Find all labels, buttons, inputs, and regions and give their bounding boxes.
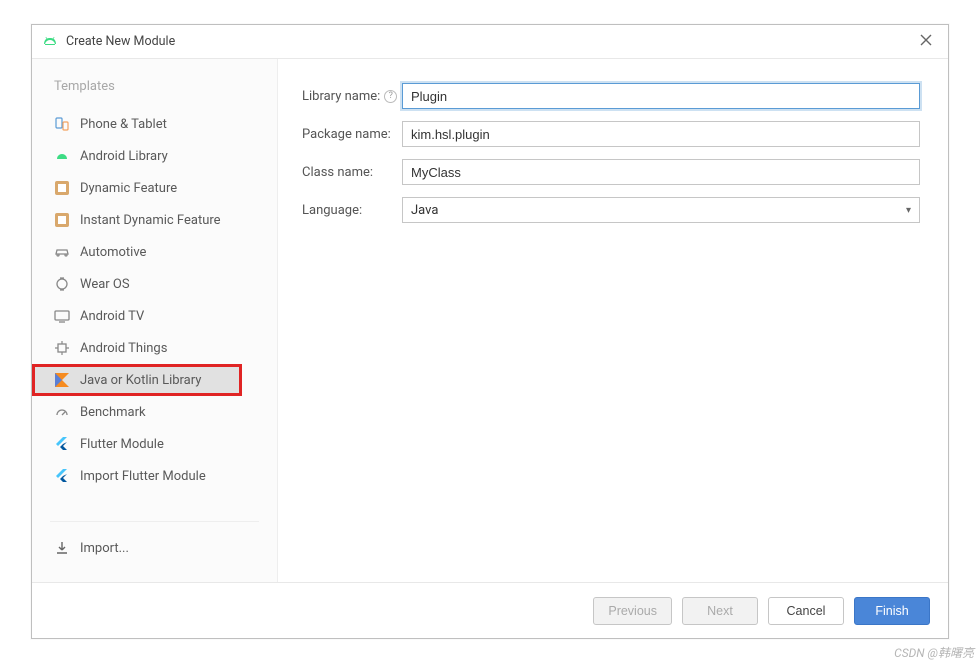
class-name-label: Class name:: [302, 165, 402, 180]
template-wear-os[interactable]: Wear OS: [32, 268, 277, 300]
window-title: Create New Module: [66, 34, 914, 49]
android-icon: [42, 34, 58, 50]
template-label: Android TV: [80, 309, 144, 324]
kotlin-icon: [54, 372, 70, 388]
package-name-input[interactable]: [402, 121, 920, 147]
templates-list: Phone & Tablet Android Library Dynamic F…: [32, 108, 277, 521]
template-automotive[interactable]: Automotive: [32, 236, 277, 268]
watermark: CSDN @韩曙亮: [894, 644, 974, 661]
finish-button[interactable]: Finish: [854, 597, 930, 625]
package-name-label: Package name:: [302, 127, 402, 142]
module-icon: [54, 180, 70, 196]
car-icon: [54, 244, 70, 260]
template-flutter-module[interactable]: Flutter Module: [32, 428, 277, 460]
class-name-input[interactable]: [402, 159, 920, 185]
sidebar-header: Templates: [32, 67, 277, 108]
language-value: Java: [411, 203, 438, 218]
tv-icon: [54, 308, 70, 324]
template-label: Flutter Module: [80, 437, 164, 452]
android-icon: [54, 148, 70, 164]
dialog-footer: Previous Next Cancel Finish: [32, 582, 948, 638]
chevron-down-icon: ▾: [906, 205, 911, 216]
template-instant-dynamic[interactable]: Instant Dynamic Feature: [32, 204, 277, 236]
template-label: Java or Kotlin Library: [80, 373, 201, 388]
template-android-library[interactable]: Android Library: [32, 140, 277, 172]
cancel-button[interactable]: Cancel: [768, 597, 844, 625]
template-label: Automotive: [80, 245, 146, 260]
template-benchmark[interactable]: Benchmark: [32, 396, 277, 428]
template-label: Phone & Tablet: [80, 117, 167, 132]
module-icon: [54, 212, 70, 228]
template-label: Instant Dynamic Feature: [80, 213, 221, 228]
close-button[interactable]: [914, 30, 938, 54]
library-name-input[interactable]: [402, 83, 920, 109]
create-module-dialog: Create New Module Templates Phone & Tabl…: [31, 24, 949, 639]
flutter-icon: [54, 468, 70, 484]
next-button[interactable]: Next: [682, 597, 758, 625]
gauge-icon: [54, 404, 70, 420]
template-label: Import Flutter Module: [80, 469, 206, 484]
template-dynamic-feature[interactable]: Dynamic Feature: [32, 172, 277, 204]
help-icon[interactable]: ?: [384, 90, 397, 103]
templates-sidebar: Templates Phone & Tablet Android Library…: [32, 59, 278, 582]
template-java-kotlin-library[interactable]: Java or Kotlin Library: [32, 364, 242, 396]
titlebar: Create New Module: [32, 25, 948, 59]
phone-tablet-icon: [54, 116, 70, 132]
language-select[interactable]: Java ▾: [402, 197, 920, 223]
template-label: Benchmark: [80, 405, 146, 420]
previous-button[interactable]: Previous: [593, 597, 672, 625]
template-label: Wear OS: [80, 277, 130, 292]
template-label: Dynamic Feature: [80, 181, 177, 196]
template-label: Android Library: [80, 149, 168, 164]
things-icon: [54, 340, 70, 356]
template-phone-tablet[interactable]: Phone & Tablet: [32, 108, 277, 140]
watch-icon: [54, 276, 70, 292]
language-label: Language:: [302, 203, 402, 218]
import-label: Import...: [80, 541, 129, 556]
library-name-label: Library name: ?: [302, 89, 402, 104]
form-panel: Library name: ? Package name: Class name…: [278, 59, 948, 582]
template-android-things[interactable]: Android Things: [32, 332, 277, 364]
import-icon: [54, 540, 70, 556]
template-import-flutter[interactable]: Import Flutter Module: [32, 460, 277, 492]
template-label: Android Things: [80, 341, 167, 356]
flutter-icon: [54, 436, 70, 452]
template-android-tv[interactable]: Android TV: [32, 300, 277, 332]
import-button[interactable]: Import...: [50, 532, 259, 564]
